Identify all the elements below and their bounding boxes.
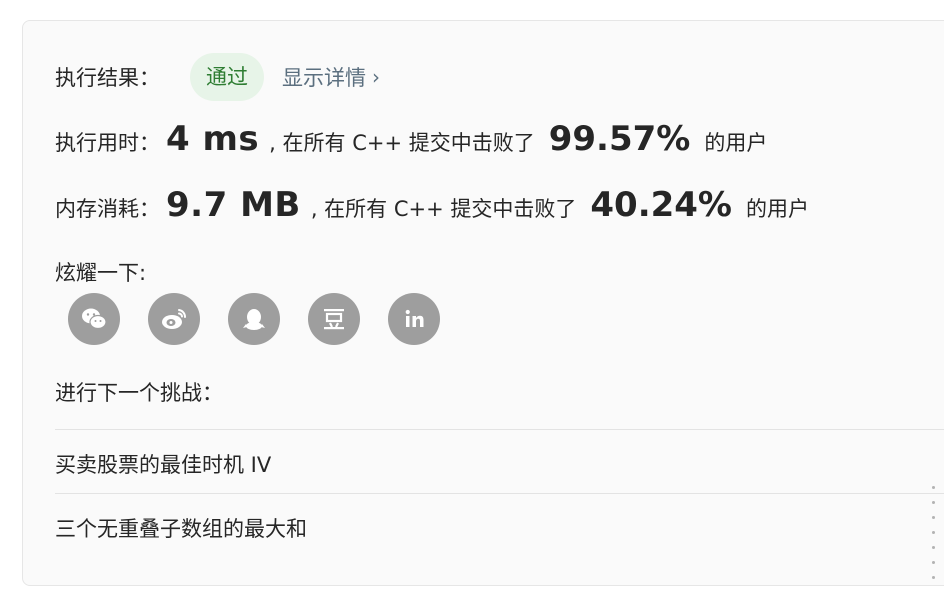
submission-result-card: 执行结果： 通过 显示详情 › 执行用时： 4 ms , 在所有 C++ 提交中… [22, 20, 944, 586]
share-row: 炫耀一下: [55, 257, 146, 287]
memory-percent: 40.24% [590, 185, 733, 225]
next-challenge-row: 进行下一个挑战： [55, 377, 223, 407]
memory-value: 9.7 MB [166, 185, 301, 225]
show-details-link[interactable]: 显示详情 › [282, 62, 380, 92]
douban-icon[interactable] [308, 293, 360, 345]
memory-label: 内存消耗： [55, 197, 160, 221]
share-icons [68, 293, 440, 345]
next-challenge-item[interactable]: 买卖股票的最佳时机 IV [55, 449, 271, 479]
next-challenge-item[interactable]: 三个无重叠子数组的最大和 [55, 513, 307, 543]
runtime-beat-text: , 在所有 C++ 提交中击败了 [269, 131, 535, 155]
runtime-suffix: 的用户 [704, 131, 768, 155]
next-challenge-label: 进行下一个挑战： [55, 381, 223, 405]
memory-suffix: 的用户 [746, 197, 810, 221]
result-label: 执行结果： [55, 66, 160, 90]
chevron-right-icon: › [372, 65, 380, 89]
linkedin-icon[interactable] [388, 293, 440, 345]
memory-beat-text: , 在所有 C++ 提交中击败了 [310, 197, 577, 221]
scrollbar-dots[interactable] [932, 486, 936, 591]
result-row: 执行结果： 通过 显示详情 › [55, 53, 380, 101]
runtime-row: 执行用时： 4 ms , 在所有 C++ 提交中击败了 99.57% 的用户 [55, 119, 767, 159]
runtime-label: 执行用时： [55, 131, 160, 155]
memory-row: 内存消耗： 9.7 MB , 在所有 C++ 提交中击败了 40.24% 的用户 [55, 185, 809, 225]
weibo-icon[interactable] [148, 293, 200, 345]
share-label: 炫耀一下: [55, 261, 147, 285]
runtime-percent: 99.57% [548, 119, 691, 159]
divider [55, 493, 944, 494]
qq-icon[interactable] [228, 293, 280, 345]
status-badge: 通过 [190, 53, 264, 101]
divider [55, 429, 944, 430]
wechat-icon[interactable] [68, 293, 120, 345]
runtime-value: 4 ms [166, 119, 260, 159]
show-details-label: 显示详情 [282, 66, 366, 90]
